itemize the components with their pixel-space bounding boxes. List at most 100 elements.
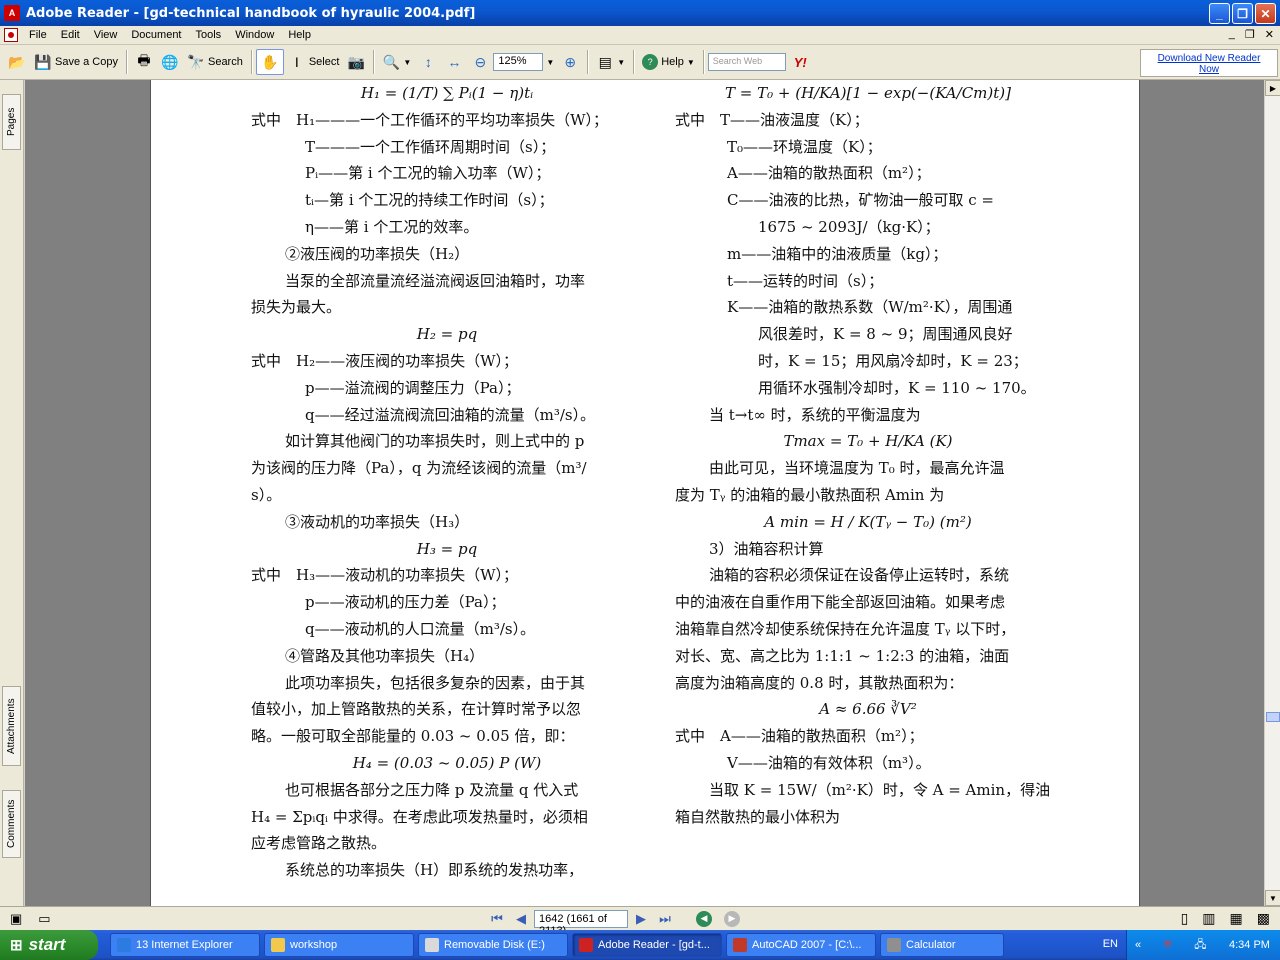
last-page-button[interactable]: ⏭ <box>654 909 676 929</box>
pdf-page: H₁ = (1/T) ∑ Pᵢ(1 − η)tᵢ 式中 H₁———一个工作循环的平… <box>150 80 1140 906</box>
chevron-down-icon: ▼ <box>686 57 695 67</box>
app-icon <box>117 938 131 952</box>
doc-close-icon[interactable]: ✕ <box>1265 28 1274 41</box>
taskbar-item[interactable]: Adobe Reader - [gd-t... <box>572 933 722 957</box>
taskbar-item[interactable]: Calculator <box>880 933 1004 957</box>
text-line: 1675 ~ 2093J/（kg·K）； <box>758 217 940 236</box>
taskbar-item[interactable]: Removable Disk (E:) <box>418 933 568 957</box>
shield-icon[interactable]: ⛨ <box>1164 939 1172 952</box>
text-line: 油箱的容积必须保证在设备停止运转时，系统 <box>709 566 1010 585</box>
text-line: V——油箱的有效体积（m³）。 <box>727 753 931 772</box>
text-line: tᵢ—第 i 个工况的持续工作时间（s）； <box>305 191 554 210</box>
continuous-page-icon[interactable]: ▥ <box>1202 910 1215 927</box>
text-line: t——运转的时间（s）； <box>727 271 884 290</box>
search-button[interactable]: 🔭 Search <box>183 49 247 75</box>
page-split-icon[interactable]: ▭ <box>38 911 50 927</box>
text-line: T = T₀ + (H/KA)[1 − exp(−(KA/Cm)t)] <box>725 84 1011 102</box>
tab-pages[interactable]: Pages <box>2 94 21 150</box>
zoom-level-input[interactable]: 125% <box>493 53 544 71</box>
tab-comments[interactable]: Comments <box>2 790 21 858</box>
text-line: 式中 H₁———一个工作循环的平均功率损失（W）； <box>251 110 609 129</box>
taskbar: ⊞ start 13 Internet Explorer workshop Remo… <box>0 930 1280 960</box>
tray-arrow-icon[interactable]: « <box>1135 939 1141 951</box>
single-page-icon[interactable]: ▯ <box>1181 910 1189 927</box>
network-icon[interactable]: 🖧 <box>1194 936 1206 955</box>
text-line: p——液动机的压力差（Pa）； <box>305 593 506 612</box>
menu-file[interactable]: File <box>22 29 54 41</box>
fit-width-icon: ↔ <box>447 54 462 70</box>
start-button[interactable]: ⊞ start <box>0 930 98 960</box>
text-line: K——油箱的散热系数（W/m²·K），周围通 <box>727 298 1013 317</box>
camera-icon: 📷 <box>347 53 366 70</box>
previous-page-icon: ◀ <box>516 910 526 926</box>
taskbar-item[interactable]: workshop <box>264 933 414 957</box>
print-button[interactable]: 🖶 <box>131 49 157 75</box>
minimize-button[interactable]: _ <box>1209 3 1230 24</box>
yahoo-icon[interactable]: Y! <box>794 55 807 70</box>
chevron-down-icon: ▼ <box>617 57 626 67</box>
taskbar-item[interactable]: 13 Internet Explorer <box>110 933 260 957</box>
text-line: 如计算其他阀门的功率损失时，则上式中的 p <box>285 432 585 451</box>
text-line: 式中 H₃——液动机的功率损失（W）； <box>251 566 519 585</box>
fit-width-button[interactable]: ↔ <box>441 49 467 75</box>
page-view-icon[interactable]: ▣ <box>10 911 22 927</box>
zoom-out-button[interactable]: ⊖ <box>467 49 493 75</box>
page-number-input[interactable]: 1642 (1661 of 2113) <box>534 909 628 937</box>
status-bar: ▣ ▭ ⏮ ◀ 1642 (1661 of 2113) ▶ ⏭ ◀ ▶ ▯ ▥ … <box>0 906 1280 937</box>
language-indicator[interactable]: EN <box>1103 938 1118 950</box>
scroll-thumb[interactable] <box>1266 712 1280 722</box>
open-button[interactable]: 📂 <box>4 49 30 75</box>
text-line: H₂ = pq <box>416 325 478 344</box>
taskbar-item-label: Adobe Reader - [gd-t... <box>598 939 710 951</box>
text-line: 系统总的功率损失（H）即系统的发热功率， <box>285 861 584 880</box>
text-line: 当泵的全部流量流经溢流阀返回油箱时，功率 <box>285 271 586 290</box>
go-forward-icon[interactable]: ▶ <box>724 910 740 927</box>
menu-window[interactable]: Window <box>228 29 281 41</box>
email-button[interactable]: 🌐 <box>157 49 183 75</box>
text-line: 度为 Tᵧ 的油箱的最小散热面积 Amin 为 <box>675 485 945 504</box>
zoom-dropdown-icon[interactable]: ▼ <box>546 58 554 67</box>
page-layout-button[interactable]: ▤ ▼ <box>592 49 629 75</box>
menu-edit[interactable]: Edit <box>54 29 87 41</box>
snapshot-button[interactable]: 📷 <box>343 49 369 75</box>
zoom-tool-button[interactable]: 🔍 ▼ <box>378 49 415 75</box>
scroll-up-arrow-icon[interactable]: ▶ <box>1265 80 1280 96</box>
document-viewport[interactable]: H₁ = (1/T) ∑ Pᵢ(1 − η)tᵢ 式中 H₁———一个工作循环的平… <box>25 80 1264 906</box>
zoom-in-button[interactable]: ⊕ <box>557 49 583 75</box>
menu-help[interactable]: Help <box>281 29 318 41</box>
continuous-facing-icon[interactable]: ▩ <box>1257 910 1270 927</box>
save-copy-button[interactable]: 💾 Save a Copy <box>30 49 122 75</box>
scroll-down-arrow-icon[interactable]: ▼ <box>1265 890 1280 906</box>
help-button[interactable]: ? Help ▼ <box>638 49 699 75</box>
previous-page-button[interactable]: ◀ <box>510 909 532 929</box>
save-copy-label: Save a Copy <box>55 56 118 68</box>
select-tool-button[interactable]: I Select <box>284 49 344 75</box>
vertical-scrollbar[interactable]: ▶ ▼ <box>1264 80 1280 906</box>
first-page-button[interactable]: ⏮ <box>486 909 508 929</box>
menu-tools[interactable]: Tools <box>189 29 229 41</box>
go-back-icon[interactable]: ◀ <box>696 910 712 927</box>
next-page-button[interactable]: ▶ <box>630 909 652 929</box>
adobe-reader-icon: A <box>4 5 20 21</box>
doc-restore-icon[interactable]: ❐ <box>1245 28 1255 41</box>
search-web-input[interactable]: Search Web <box>707 53 786 71</box>
text-line: 略。一般可取全部能量的 0.03 ~ 0.05 倍，即： <box>251 727 575 746</box>
text-line: T———一个工作循环周期时间（s）； <box>305 137 556 156</box>
close-button[interactable]: ✕ <box>1255 3 1276 24</box>
fit-page-button[interactable]: ↕ <box>415 49 441 75</box>
tab-attachments[interactable]: Attachments <box>2 686 21 766</box>
text-line: 中的油液在自重作用下能全部返回油箱。如果考虑 <box>675 593 1006 612</box>
facing-page-icon[interactable]: ▦ <box>1230 910 1243 927</box>
minus-circle-icon: ⊖ <box>474 53 487 70</box>
taskbar-item[interactable]: AutoCAD 2007 - [C:\... <box>726 933 876 957</box>
document-icon[interactable] <box>4 28 18 42</box>
restore-button[interactable]: ❐ <box>1232 3 1253 24</box>
menu-document[interactable]: Document <box>124 29 188 41</box>
text-line: C——油液的比热，矿物油一般可取 c = <box>727 191 994 210</box>
menu-view[interactable]: View <box>87 29 125 41</box>
download-new-reader-link[interactable]: Download New Reader Now <box>1140 49 1278 77</box>
next-page-icon: ▶ <box>636 910 646 926</box>
hand-tool-button[interactable]: ✋ <box>255 49 284 75</box>
text-line: 时，K = 15；用风扇冷却时，K = 23； <box>758 351 1028 370</box>
doc-minimize-icon[interactable]: _ <box>1229 28 1235 41</box>
